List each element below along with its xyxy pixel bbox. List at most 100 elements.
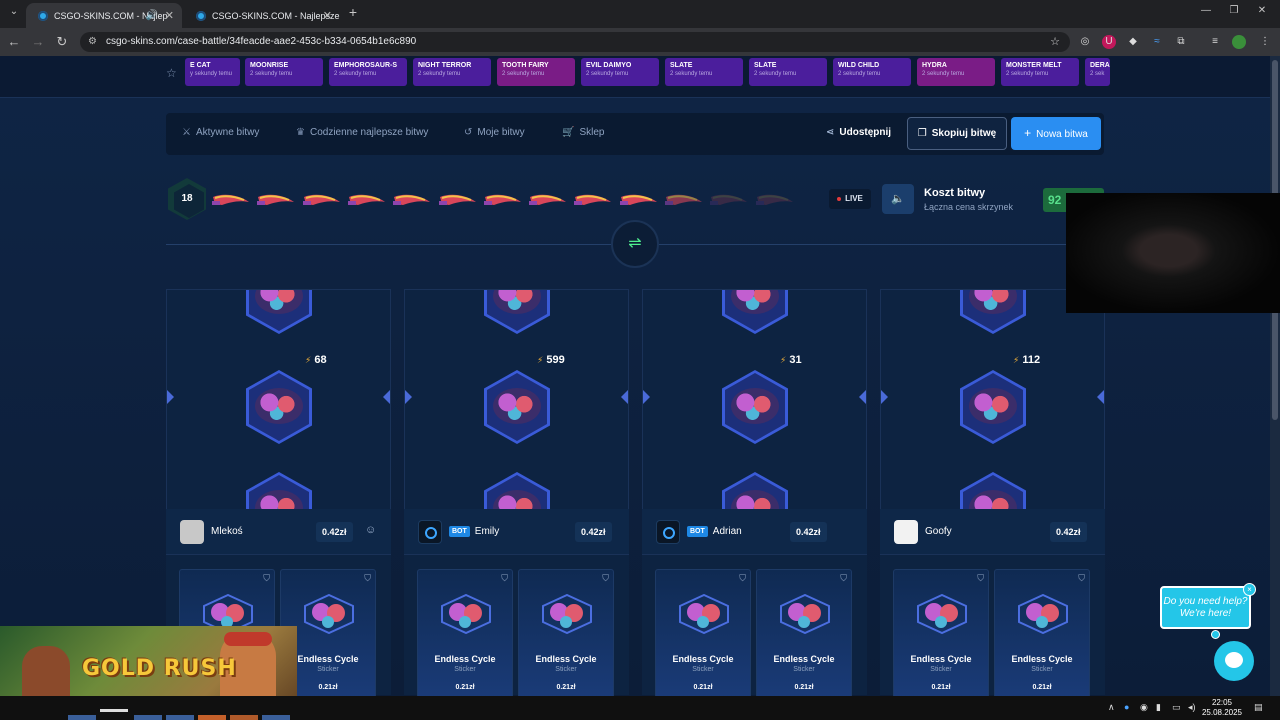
- taskbar-app[interactable]: [198, 715, 226, 720]
- tab-search-icon[interactable]: ⌄: [6, 6, 22, 17]
- help-bubble[interactable]: Do you need help? We're here!: [1160, 586, 1251, 629]
- new-tab-button[interactable]: +: [345, 4, 361, 20]
- reading-list-icon[interactable]: ≡: [1208, 35, 1222, 49]
- shield-icon: ⛉: [1078, 573, 1085, 583]
- player-name-wrap[interactable]: Goofy: [925, 526, 952, 537]
- live-drop-item[interactable]: TOOTH FAIRY 2 sekundy temu: [497, 58, 575, 86]
- taskbar-app[interactable]: [68, 715, 96, 720]
- tray-cloud-icon[interactable]: ●: [1124, 702, 1129, 712]
- taskbar-app[interactable]: [100, 709, 128, 712]
- avatar[interactable]: [180, 520, 204, 544]
- live-drop-item[interactable]: SLATE 2 sekundy temu: [749, 58, 827, 86]
- reload-icon[interactable]: ↻: [54, 34, 70, 50]
- emoji-icon[interactable]: ☺: [365, 524, 376, 536]
- won-item-card[interactable]: ⛉ Endless Cycle Sticker 0.21zł: [994, 569, 1090, 696]
- won-items-grid: ⛉ Endless Cycle Sticker 0.21zł ⛉ Endless Cycl…: [642, 555, 867, 696]
- new-battle-button[interactable]: + Nowa bitwa: [1011, 117, 1101, 150]
- live-drop-item[interactable]: WILD CHILD 2 sekundy temu: [833, 58, 911, 86]
- won-item-card[interactable]: ⛉ Endless Cycle Sticker 0.21zł: [518, 569, 614, 696]
- extension-diamond-icon[interactable]: ◆: [1126, 35, 1140, 49]
- nav-my-battles[interactable]: ↺ Moje bitwy: [464, 127, 525, 138]
- taskbar-app[interactable]: [134, 715, 162, 720]
- live-drop-item[interactable]: HYDRA 2 sekundy temu: [917, 58, 995, 86]
- taskbar-app[interactable]: [166, 715, 194, 720]
- profile-avatar[interactable]: [1232, 35, 1246, 49]
- shield-icon: ⛉: [263, 573, 270, 583]
- player-total-price: 0.42zł: [316, 522, 353, 542]
- browser-tab-inactive[interactable]: CSGO-SKINS.COM - Najlepsze ✕: [184, 3, 340, 28]
- drop-name: E CAT: [190, 62, 211, 69]
- browser-tab-active[interactable]: CSGO-SKINS.COM - Najlep 🔊 ✕: [26, 3, 182, 28]
- won-item-card[interactable]: ⛉ Endless Cycle Sticker 0.21zł: [756, 569, 852, 696]
- site-info-icon[interactable]: ⚙: [88, 32, 97, 52]
- taskbar-app[interactable]: [262, 715, 290, 720]
- tray-chevron-up-icon[interactable]: ∧: [1108, 702, 1115, 713]
- sound-toggle-button[interactable]: 🔈: [882, 184, 914, 214]
- case-hexagon: [246, 370, 312, 444]
- page-content: ☆ E CAT y sekundy temu MOONRISE 2 sekundy t…: [0, 56, 1270, 696]
- round-knife-icon: [710, 193, 748, 207]
- player-total-price: 0.42zł: [1050, 522, 1087, 542]
- address-bar[interactable]: ⚙ csgo-skins.com/case-battle/34feacde-aa…: [80, 32, 1070, 52]
- tray-discord-icon[interactable]: ◉: [1140, 702, 1148, 713]
- live-drop-item[interactable]: MONSTER MELT 2 sekundy temu: [1001, 58, 1079, 86]
- live-drop-item[interactable]: EVIL DAIMYO 2 sekundy temu: [581, 58, 659, 86]
- nav-shop[interactable]: 🛒 Sklep: [562, 127, 604, 138]
- extension-shield-icon[interactable]: U: [1102, 35, 1116, 49]
- player-name: Goofy: [925, 526, 952, 537]
- bookmark-star-icon[interactable]: ☆: [1050, 32, 1060, 52]
- item-type: Sticker: [793, 666, 815, 673]
- won-item-card[interactable]: ⛉ Endless Cycle Sticker 0.21zł: [655, 569, 751, 696]
- spin-value: ⚡ 68: [305, 354, 327, 366]
- tray-network-icon[interactable]: ▭: [1172, 702, 1181, 713]
- avatar[interactable]: [418, 520, 442, 544]
- coin-icon: ⚡: [537, 355, 544, 365]
- nav-daily-best[interactable]: ♛ Codzienne najlepsze bitwy: [296, 127, 428, 138]
- tray-mic-icon[interactable]: ▮: [1156, 702, 1161, 713]
- sticker-image: [1018, 594, 1068, 634]
- player-name-wrap[interactable]: Mlekoś: [211, 526, 243, 537]
- extension-wave-icon[interactable]: ≈: [1150, 35, 1164, 49]
- notifications-icon[interactable]: ▤: [1254, 702, 1263, 713]
- player-name-wrap[interactable]: BOT Emily: [449, 526, 499, 537]
- nav-active-battles[interactable]: ⚔ Aktywne bitwy: [182, 127, 259, 138]
- spin-value: ⚡ 599: [537, 354, 565, 366]
- drop-time: 2 sekundy temu: [670, 71, 713, 77]
- player-column: ⚡ 31 BOT Adrian 0.42zł ⛉ Endless Cycle Sticker 0…: [642, 289, 867, 696]
- clock-date: 25.08.2025: [1201, 708, 1242, 717]
- extension-glasses-icon[interactable]: ◎: [1078, 35, 1092, 49]
- extensions-puzzle-icon[interactable]: ⧉: [1174, 35, 1188, 49]
- taskbar-app[interactable]: [230, 715, 258, 720]
- drop-time: 2 sekundy temu: [1006, 71, 1049, 77]
- favorite-star-icon[interactable]: ☆: [166, 66, 177, 80]
- avatar[interactable]: [656, 520, 680, 544]
- browser-menu-icon[interactable]: ⋮: [1258, 35, 1272, 49]
- live-drop-item[interactable]: MOONRISE 2 sekundy temu: [245, 58, 323, 86]
- window-restore-icon[interactable]: ❐: [1226, 5, 1242, 16]
- copy-battle-button[interactable]: ❐ Skopiuj bitwę: [907, 117, 1007, 150]
- tab-close-icon[interactable]: ✕: [323, 9, 332, 22]
- help-close-button[interactable]: ×: [1243, 583, 1256, 596]
- live-drop-item[interactable]: E CAT y sekundy temu: [185, 58, 240, 86]
- live-drop-item[interactable]: DERA 2 sek: [1085, 58, 1110, 86]
- battle-navigation: ⚔ Aktywne bitwy ♛ Codzienne najlepsze bitw…: [166, 113, 1104, 155]
- tab-audio-icon[interactable]: 🔊: [146, 10, 158, 21]
- tab-close-icon[interactable]: ✕: [165, 9, 174, 22]
- window-close-icon[interactable]: ✕: [1254, 5, 1270, 16]
- player-name-wrap[interactable]: BOT Adrian: [687, 526, 742, 537]
- shield-icon: ⛉: [501, 573, 508, 583]
- won-item-card[interactable]: ⛉ Endless Cycle Sticker 0.21zł: [893, 569, 989, 696]
- forward-arrow-icon[interactable]: →: [30, 34, 46, 49]
- chat-button[interactable]: [1214, 641, 1254, 681]
- window-minimize-icon[interactable]: —: [1198, 5, 1214, 16]
- live-drop-item[interactable]: NIGHT TERROR 2 sekundy temu: [413, 58, 491, 86]
- won-item-card[interactable]: ⛉ Endless Cycle Sticker 0.21zł: [417, 569, 513, 696]
- live-drop-item[interactable]: SLATE 2 sekundy temu: [665, 58, 743, 86]
- tray-volume-icon[interactable]: ◂): [1188, 702, 1196, 713]
- back-arrow-icon[interactable]: ←: [6, 34, 22, 49]
- live-drop-item[interactable]: EMPHOROSAUR-S 2 sekundy temu: [329, 58, 407, 86]
- share-button[interactable]: ⋖ Udostępnij: [826, 127, 891, 138]
- avatar[interactable]: [894, 520, 918, 544]
- tray-clock[interactable]: 22:05 25.08.2025: [1202, 698, 1242, 718]
- game-title: GOLD RUSH: [82, 656, 237, 681]
